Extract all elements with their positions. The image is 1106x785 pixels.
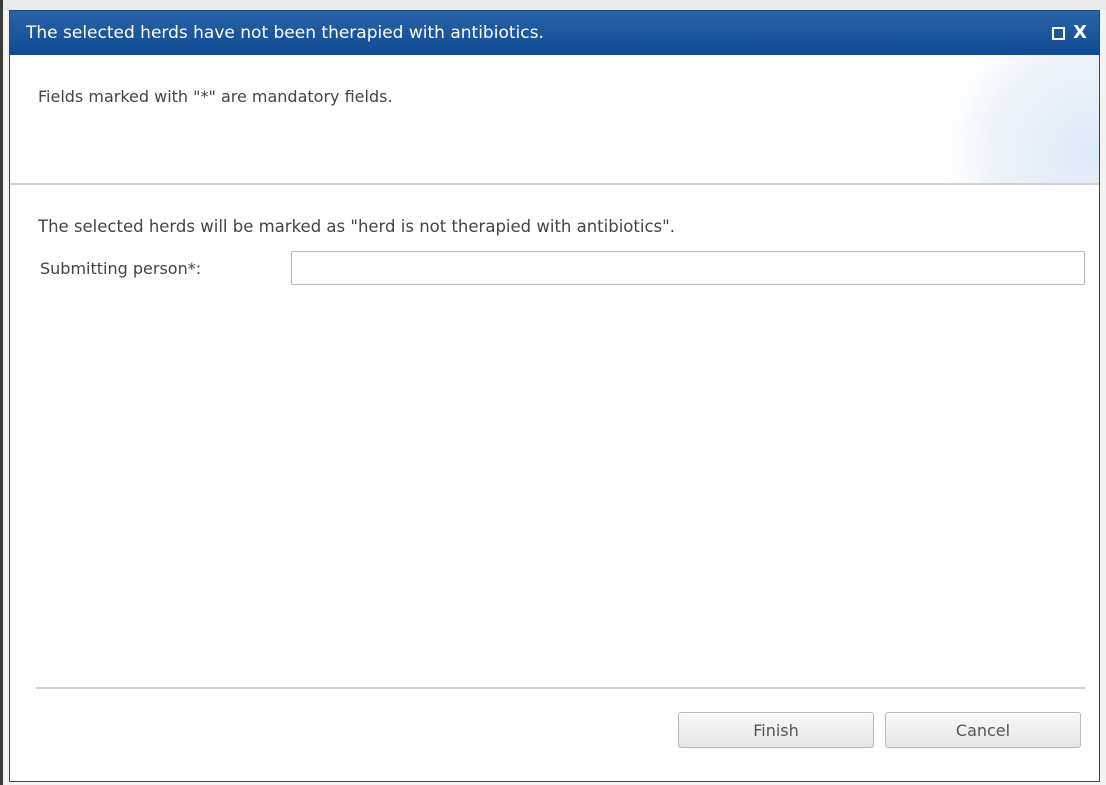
dialog-title: The selected herds have not been therapi…: [26, 23, 544, 43]
maximize-icon-box: [1051, 26, 1065, 40]
background-page-strip: [0, 0, 1106, 10]
header-decoration: [929, 55, 1099, 183]
submitting-person-label: Submitting person*:: [40, 259, 202, 278]
dialog-header-area: [10, 55, 1099, 183]
header-divider: [10, 183, 1099, 185]
finish-button[interactable]: Finish: [678, 712, 874, 748]
maximize-icon[interactable]: [1051, 26, 1065, 40]
dialog-titlebar[interactable]: The selected herds have not been therapi…: [10, 11, 1099, 55]
mandatory-fields-note: Fields marked with "*" are mandatory fie…: [38, 87, 393, 106]
submitting-person-input[interactable]: [291, 251, 1085, 285]
herd-antibiotics-dialog: The selected herds have not been therapi…: [9, 10, 1100, 782]
background-page-edge: [0, 0, 3, 785]
cancel-button[interactable]: Cancel: [885, 712, 1081, 748]
titlebar-controls: X: [1051, 23, 1087, 43]
close-icon[interactable]: X: [1073, 24, 1087, 42]
info-message: The selected herds will be marked as "he…: [38, 217, 675, 236]
footer-divider: [36, 687, 1086, 689]
